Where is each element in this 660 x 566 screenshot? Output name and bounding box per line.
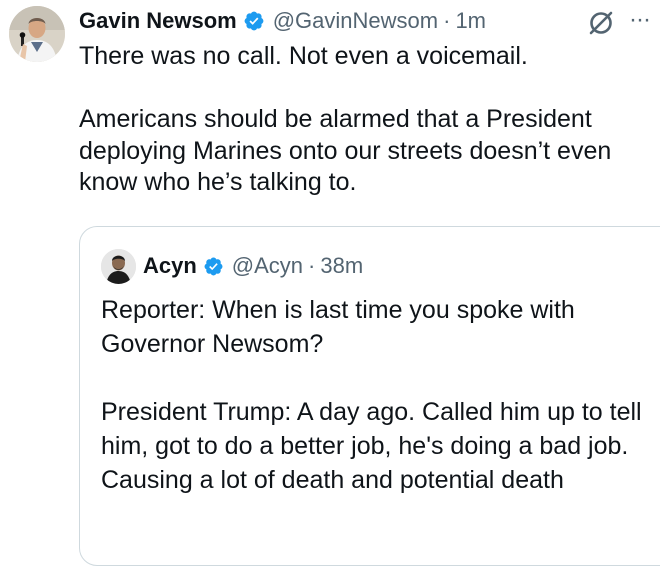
separator-dot: ·	[443, 8, 451, 33]
quoted-timestamp[interactable]: 38m	[320, 253, 363, 279]
quoted-author-handle[interactable]: @Acyn	[232, 253, 303, 279]
timestamp[interactable]: 1m	[455, 8, 486, 34]
quoted-tweet-text: Reporter: When is last time you spoke wi…	[101, 293, 646, 497]
more-options-icon[interactable]: ···	[629, 8, 651, 32]
quoted-paragraph: President Trump: A day ago. Called him u…	[101, 398, 642, 494]
tweet-header: Gavin Newsom @GavinNewsom · 1m	[79, 4, 486, 38]
quoted-avatar[interactable]	[101, 249, 136, 284]
author-handle[interactable]: @GavinNewsom	[273, 8, 438, 34]
avatar-photo-icon	[9, 6, 65, 62]
tweet-text: There was no call. Not even a voicemail.…	[79, 41, 654, 199]
tweet-paragraph: There was no call. Not even a voicemail.	[79, 42, 528, 70]
verified-badge-icon	[243, 10, 265, 32]
verified-badge-icon	[203, 256, 224, 277]
quoted-avatar-photo-icon	[101, 249, 136, 284]
separator-dot: ·	[308, 253, 316, 278]
tweet-paragraph: Americans should be alarmed that a Presi…	[79, 105, 612, 196]
quoted-author-name[interactable]: Acyn	[143, 253, 197, 279]
quoted-tweet-header: Acyn @Acyn · 38m	[143, 250, 363, 282]
quoted-paragraph: Reporter: When is last time you spoke wi…	[101, 296, 575, 358]
avatar[interactable]	[9, 6, 65, 62]
author-name[interactable]: Gavin Newsom	[79, 8, 237, 34]
grok-icon[interactable]	[585, 7, 617, 39]
